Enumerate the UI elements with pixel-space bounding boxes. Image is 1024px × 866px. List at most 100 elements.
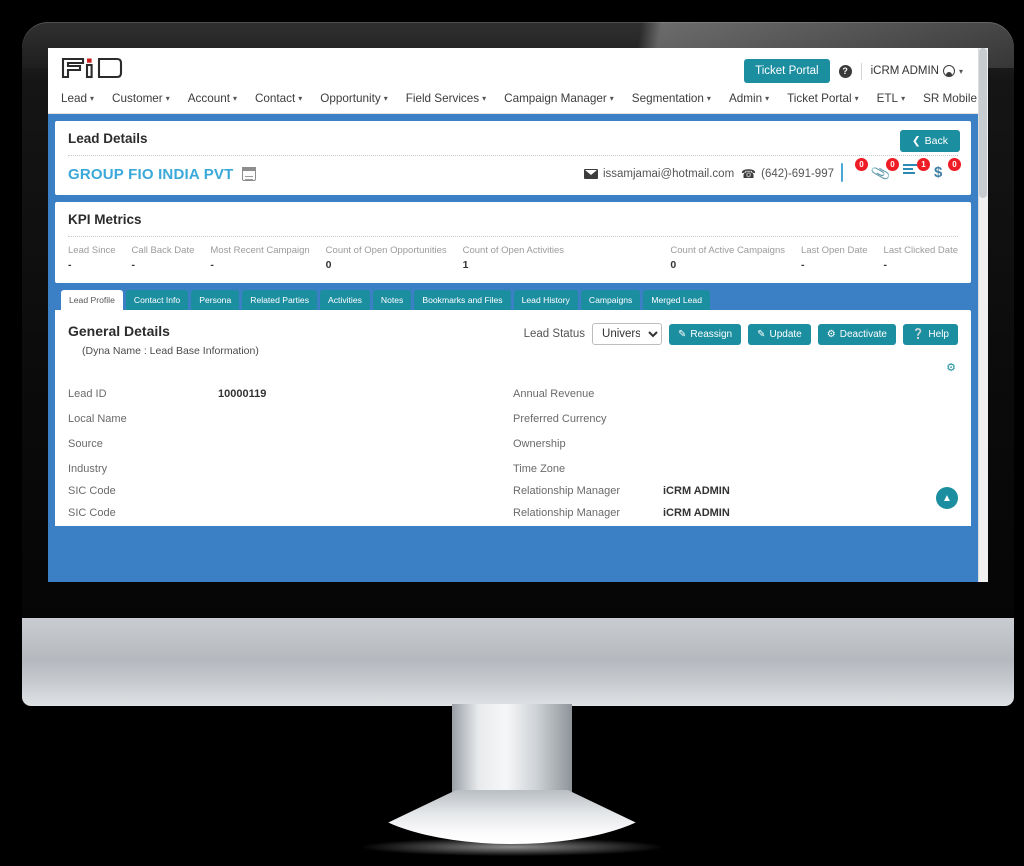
menu-item-etl[interactable]: ETL ▾ bbox=[868, 92, 914, 105]
kpi-item: Count of Open Opportunities 0 bbox=[326, 245, 463, 271]
tab-lead-history[interactable]: Lead History bbox=[513, 290, 578, 310]
field-label: Preferred Currency bbox=[513, 412, 607, 425]
menu-item-ticket-portal[interactable]: Ticket Portal ▾ bbox=[778, 92, 868, 105]
reassign-button[interactable]: ✎ Reassign bbox=[669, 323, 742, 345]
kpi-item: Most Recent Campaign - bbox=[210, 245, 325, 271]
menu-item-account[interactable]: Account ▾ bbox=[179, 92, 246, 105]
revenue-count-badge: 0 bbox=[948, 158, 961, 171]
tab-notes[interactable]: Notes bbox=[372, 290, 412, 310]
vertical-scrollbar[interactable] bbox=[978, 48, 988, 582]
attachment-counter[interactable]: 📎 0 bbox=[870, 158, 899, 184]
field-row: Source bbox=[68, 431, 513, 456]
field-row: Relationship Manager iCRM ADMIN bbox=[513, 500, 958, 525]
email-value: issamjamai@hotmail.com bbox=[602, 168, 735, 180]
menu-item-lead[interactable]: Lead ▾ bbox=[61, 92, 103, 105]
field-row: Ticker Symbol bbox=[68, 525, 513, 526]
kpi-value: - bbox=[883, 259, 888, 271]
tab-campaigns[interactable]: Campaigns bbox=[580, 290, 641, 310]
help-circle-icon[interactable]: ? bbox=[838, 64, 852, 78]
calendar-icon[interactable] bbox=[241, 167, 257, 181]
topnav-right-group: Ticket Portal ? iCRM ADMIN ▾ bbox=[744, 59, 963, 83]
chevron-down-icon: ▾ bbox=[383, 94, 388, 103]
scrollbar-thumb[interactable] bbox=[979, 48, 987, 198]
field-row: Lead ID 10000119 bbox=[68, 381, 513, 406]
menu-item-sr-mobile-portal[interactable]: SR Mobile Portal▾ bbox=[914, 92, 988, 105]
avatar-icon bbox=[942, 65, 955, 77]
chevron-up-icon: ▲ bbox=[942, 492, 952, 504]
gear-icon[interactable]: ⚙ bbox=[946, 361, 956, 374]
monitor-chin bbox=[22, 618, 1014, 706]
tab-merged-lead[interactable]: Merged Lead bbox=[643, 290, 710, 310]
field-label: Time Zone bbox=[513, 462, 566, 475]
lead-name-group: GROUP FIO INDIA PVT bbox=[68, 166, 257, 183]
back-button[interactable]: ❮ Back bbox=[899, 130, 960, 152]
ticket-portal-button[interactable]: Ticket Portal bbox=[744, 59, 830, 83]
lead-details-card: Lead Details ❮ Back GROUP FIO INDIA PVT … bbox=[55, 121, 971, 195]
kpi-label: Count of Open Activities bbox=[462, 245, 564, 256]
kpi-value: 0 bbox=[670, 259, 677, 271]
tab-contact-info[interactable]: Contact Info bbox=[125, 290, 189, 310]
general-details-panel: General Details (Dyna Name : Lead Base I… bbox=[55, 310, 971, 526]
settings-row: ⚙ bbox=[68, 361, 958, 374]
menu-item-field-services[interactable]: Field Services ▾ bbox=[397, 92, 495, 105]
kpi-right-group: Count of Active Campaigns 0 Last Open Da… bbox=[670, 245, 958, 271]
revenue-counter[interactable]: $ 0 bbox=[934, 158, 961, 184]
field-row: Description bbox=[513, 525, 958, 526]
user-name-label: iCRM ADMIN bbox=[870, 65, 939, 77]
activity-counter[interactable]: 1 bbox=[903, 158, 930, 184]
top-navbar: Ticket Portal ? iCRM ADMIN ▾ Lead ▾ Custo… bbox=[48, 48, 988, 114]
fields-right-column: Annual Revenue Preferred Currency Owners… bbox=[513, 381, 958, 526]
kpi-item: Count of Open Activities 1 bbox=[463, 245, 580, 271]
help-label: Help bbox=[928, 328, 949, 340]
field-label: SIC Code bbox=[68, 506, 116, 519]
menu-label: Segmentation bbox=[631, 92, 704, 105]
menu-item-opportunity[interactable]: Opportunity ▾ bbox=[311, 92, 396, 105]
back-button-label: Back bbox=[924, 135, 948, 147]
activity-count-badge: 1 bbox=[917, 158, 930, 171]
lead-name-link[interactable]: GROUP FIO INDIA PVT bbox=[68, 166, 233, 183]
tab-lead-profile[interactable]: Lead Profile bbox=[61, 290, 123, 310]
note-icon bbox=[841, 163, 843, 182]
tab-persona[interactable]: Persona bbox=[191, 290, 240, 310]
gear-icon: ⚙ bbox=[826, 328, 836, 340]
field-label: Ownership bbox=[513, 437, 566, 450]
scroll-to-top-button[interactable]: ▲ bbox=[936, 487, 958, 509]
kpi-value: - bbox=[68, 259, 72, 271]
tab-bar: Lead Profile Contact Info Persona Relate… bbox=[55, 290, 971, 310]
field-label: Source bbox=[68, 437, 103, 450]
update-button[interactable]: ✎ Update bbox=[748, 323, 811, 345]
tab-bookmarks-and-files[interactable]: Bookmarks and Files bbox=[414, 290, 511, 310]
tab-activities[interactable]: Activities bbox=[320, 290, 370, 310]
menu-item-admin[interactable]: Admin ▾ bbox=[720, 92, 778, 105]
kpi-left-group: Lead Since - Call Back Date - Most Recen… bbox=[68, 245, 580, 271]
note-count-badge: 0 bbox=[855, 158, 868, 171]
tab-related-parties[interactable]: Related Parties bbox=[242, 290, 317, 310]
contact-info-group: issamjamai@hotmail.com ☎ (642)-691-997 0… bbox=[583, 158, 961, 184]
field-row: Time Zone bbox=[513, 456, 958, 481]
kpi-label: Last Clicked Date bbox=[883, 245, 958, 256]
field-row: Relationship Manager iCRM ADMIN bbox=[513, 481, 958, 500]
section-title: General Details bbox=[68, 323, 170, 339]
menu-item-contact[interactable]: Contact ▾ bbox=[246, 92, 311, 105]
kpi-label: Call Back Date bbox=[131, 245, 195, 256]
phone-group: ☎ (642)-691-997 bbox=[741, 167, 834, 181]
menu-item-campaign-manager[interactable]: Campaign Manager ▾ bbox=[495, 92, 623, 105]
note-counter[interactable]: 0 bbox=[841, 158, 868, 184]
fields-left-column: Lead ID 10000119 Local Name Source Indus… bbox=[68, 381, 513, 526]
dollar-icon: $ bbox=[934, 164, 943, 181]
menu-item-customer[interactable]: Customer ▾ bbox=[103, 92, 179, 105]
chevron-down-icon: ▾ bbox=[609, 94, 614, 103]
user-menu[interactable]: iCRM ADMIN ▾ bbox=[871, 65, 963, 77]
kpi-label: Count of Open Opportunities bbox=[325, 245, 447, 256]
deactivate-button[interactable]: ⚙ Deactivate bbox=[817, 323, 896, 345]
kpi-value: - bbox=[131, 259, 136, 271]
general-details-header: General Details (Dyna Name : Lead Base I… bbox=[68, 323, 958, 357]
kpi-value: 0 bbox=[325, 259, 332, 271]
chevron-down-icon: ▾ bbox=[482, 94, 487, 103]
fio-logo[interactable] bbox=[61, 56, 123, 80]
help-button[interactable]: ❔ Help bbox=[902, 323, 958, 345]
reassign-label: Reassign bbox=[690, 328, 733, 340]
menu-item-segmentation[interactable]: Segmentation ▾ bbox=[623, 92, 720, 105]
lead-status-select[interactable]: Universe bbox=[592, 323, 663, 345]
page-body: Lead Details ❮ Back GROUP FIO INDIA PVT … bbox=[48, 114, 978, 582]
